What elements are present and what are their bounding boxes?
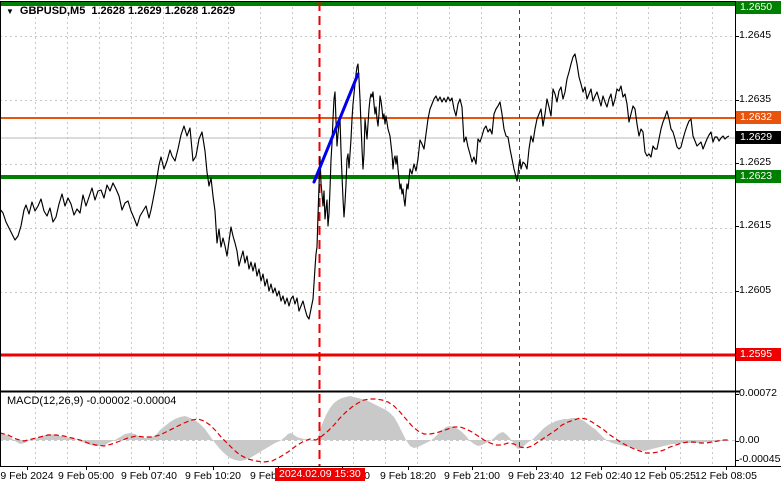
price-level-badge: 1.2629 (736, 131, 781, 144)
price-axis-label: 1.2635 (739, 93, 772, 105)
time-axis-label: 12 Feb 08:05 (695, 470, 757, 482)
time-cursor-badge: 2024.02.09 15:30 (275, 468, 365, 481)
macd-axis-label: 0.00 (739, 434, 760, 446)
price-level-badge: 1.2595 (736, 348, 781, 361)
symbol-ohlc: 1.2628 1.2629 1.2628 1.2629 (91, 5, 236, 17)
macd-indicator-label: MACD(12,26,9) -0.00002 -0.00004 (7, 395, 177, 407)
price-line (0, 53, 730, 320)
price-axis-label: 1.2615 (739, 219, 772, 231)
price-axis-label: 1.2625 (739, 156, 772, 168)
price-axis-label: 1.2605 (739, 284, 772, 296)
price-level-badge: 1.2650 (736, 1, 781, 14)
macd-axis-label: -0.00045 (739, 453, 781, 465)
chart-canvas[interactable] (0, 0, 781, 489)
price-level-badge: 1.2632 (736, 111, 781, 124)
symbol-dropdown-icon[interactable]: ▼ (6, 6, 14, 17)
price-level-badge: 1.2623 (736, 170, 781, 183)
symbol-header: ▼ GBPUSD,M5 1.2628 1.2629 1.2628 1.2629 (6, 5, 235, 17)
trading-chart-window: ▼ GBPUSD,M5 1.2628 1.2629 1.2628 1.2629 … (0, 0, 781, 489)
macd-axis-label: 0.00072 (739, 387, 777, 399)
symbol-title: GBPUSD,M5 (19, 5, 86, 17)
price-axis-label: 1.2645 (739, 29, 772, 41)
